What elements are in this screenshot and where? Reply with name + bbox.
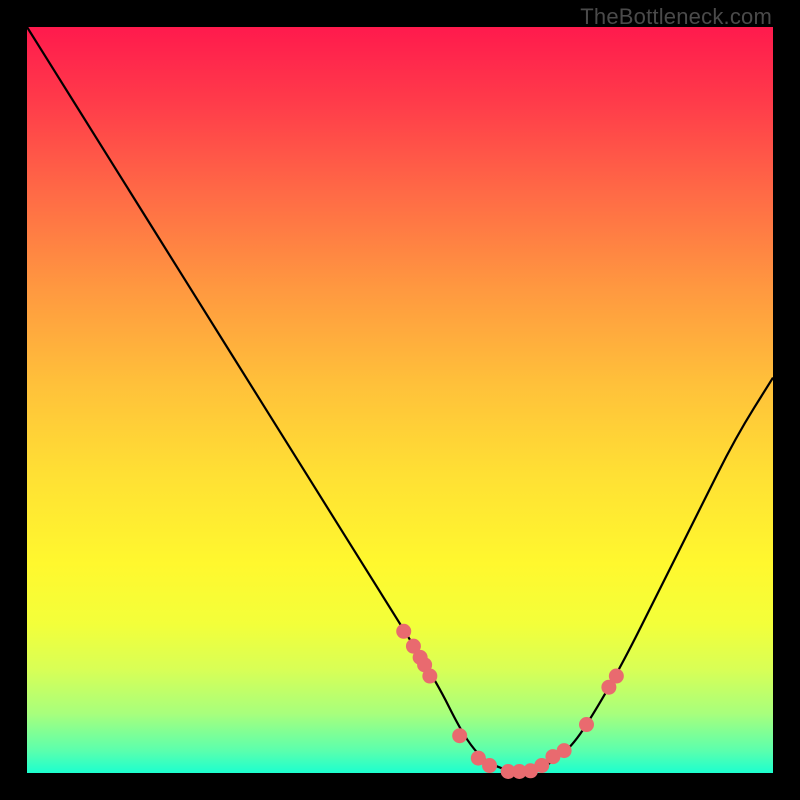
data-point [579,717,594,732]
bottleneck-curve [27,27,773,772]
bottleneck-chart [27,27,773,773]
data-point [482,758,497,773]
data-point [557,743,572,758]
data-point [422,669,437,684]
watermark-text: TheBottleneck.com [580,4,772,30]
data-point [452,728,467,743]
data-points-group [396,624,624,779]
data-point [396,624,411,639]
data-point [609,669,624,684]
